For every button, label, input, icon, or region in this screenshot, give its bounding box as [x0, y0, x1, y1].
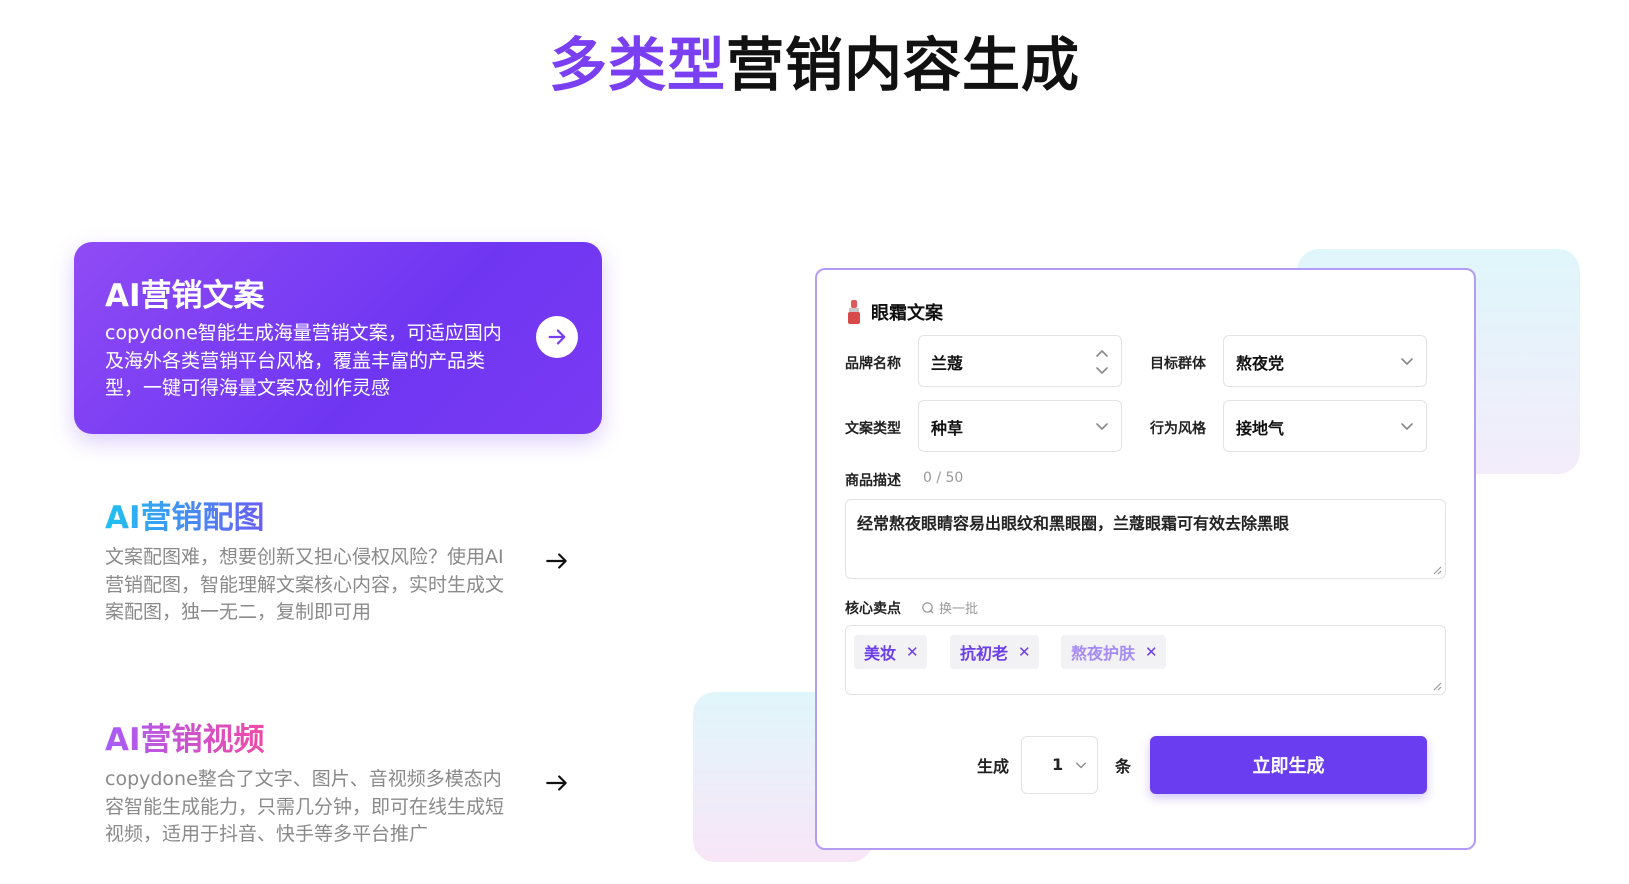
close-icon[interactable]: ✕: [1145, 643, 1158, 661]
selling-points-label: 核心卖点: [845, 601, 901, 617]
chevron-down-icon: [1096, 423, 1108, 430]
close-icon[interactable]: ✕: [906, 643, 919, 661]
generate-suffix-label: 条: [1115, 757, 1132, 776]
feature-card-copywriting[interactable]: AI营销文案 copydone智能生成海量营销文案，可适应国内及海外各类营销平台…: [74, 242, 602, 434]
refresh-icon: [922, 602, 934, 614]
feature-description: copydone整合了文字、图片、音视频多模态内容智能生成能力，只需几分钟，即可…: [105, 768, 505, 845]
copy-form-card: 眼霜文案 品牌名称 兰蔻 目标群体 熬夜党 文案类型 种草 行为风格 接地气 商…: [815, 268, 1476, 850]
feature-title: AI营销配图: [105, 492, 265, 537]
refresh-label: 换一批: [939, 602, 979, 617]
brand-input[interactable]: 兰蔻: [918, 335, 1122, 387]
refresh-button[interactable]: 换一批: [921, 598, 978, 617]
feature-card-video[interactable]: AI营销视频 copydone整合了文字、图片、音视频多模态内容智能生成能力，只…: [74, 714, 602, 874]
copy-type-select[interactable]: 种草: [918, 400, 1122, 452]
count-value: 1: [1052, 755, 1064, 774]
arrow-right-icon[interactable]: [544, 548, 570, 574]
feature-title: AI营销文案: [105, 278, 265, 314]
tag-item: 美妆 ✕: [854, 635, 927, 669]
form-title: 眼霜文案: [845, 298, 943, 326]
resize-handle-icon[interactable]: [1430, 563, 1442, 575]
audience-value: 熬夜党: [1236, 354, 1285, 373]
page-title-rest: 营销内容生成: [726, 31, 1081, 99]
chevron-down-icon: [1401, 358, 1413, 365]
feature-description: copydone智能生成海量营销文案，可适应国内及海外各类营销平台风格，覆盖丰富…: [105, 322, 502, 399]
chevron-down-icon: [1076, 762, 1086, 769]
count-select[interactable]: 1: [1021, 736, 1098, 794]
tag-label: 熬夜护肤: [1071, 644, 1136, 663]
brand-value: 兰蔻: [931, 354, 964, 373]
arrow-right-icon[interactable]: [536, 316, 578, 358]
page-title-accent: 多类型: [548, 31, 726, 99]
style-select[interactable]: 接地气: [1223, 400, 1427, 452]
arrow-right-icon[interactable]: [544, 770, 570, 796]
feature-card-images[interactable]: AI营销配图 文案配图难，想要创新又担心侵权风险？使用AI营销配图，智能理解文案…: [74, 492, 602, 652]
description-textarea[interactable]: 经常熬夜眼睛容易出眼纹和黑眼圈，兰蔻眼霜可有效去除黑眼: [845, 499, 1446, 579]
form-title-text: 眼霜文案: [871, 303, 943, 324]
brand-label: 品牌名称: [845, 356, 901, 372]
description-value: 经常熬夜眼睛容易出眼纹和黑眼圈，兰蔻眼霜可有效去除黑眼: [857, 514, 1290, 533]
style-value: 接地气: [1236, 419, 1285, 438]
lipstick-icon: [848, 300, 860, 324]
close-icon[interactable]: ✕: [1018, 643, 1031, 661]
chevron-down-icon: [1401, 423, 1413, 430]
tag-label: 抗初老: [960, 644, 1009, 663]
feature-title: AI营销视频: [105, 714, 265, 759]
description-counter: 0 / 50: [923, 470, 964, 486]
resize-handle-icon[interactable]: [1430, 679, 1442, 691]
tag-item: 熬夜护肤 ✕: [1061, 635, 1166, 669]
audience-select[interactable]: 熬夜党: [1223, 335, 1427, 387]
copy-type-label: 文案类型: [845, 421, 901, 437]
audience-label: 目标群体: [1150, 356, 1206, 372]
stepper-icon[interactable]: [1095, 346, 1109, 378]
copy-type-value: 种草: [931, 419, 964, 438]
selling-points-box[interactable]: 美妆 ✕ 抗初老 ✕ 熬夜护肤 ✕: [845, 625, 1446, 695]
tag-label: 美妆: [864, 644, 897, 663]
description-label: 商品描述: [845, 473, 901, 489]
tag-item: 抗初老 ✕: [950, 635, 1039, 669]
feature-description: 文案配图难，想要创新又担心侵权风险？使用AI营销配图，智能理解文案核心内容，实时…: [105, 546, 505, 623]
page-title: 多类型营销内容生成: [0, 18, 1629, 102]
style-label: 行为风格: [1150, 421, 1206, 437]
generate-button[interactable]: 立即生成: [1150, 736, 1427, 794]
generate-prefix-label: 生成: [977, 757, 1010, 776]
